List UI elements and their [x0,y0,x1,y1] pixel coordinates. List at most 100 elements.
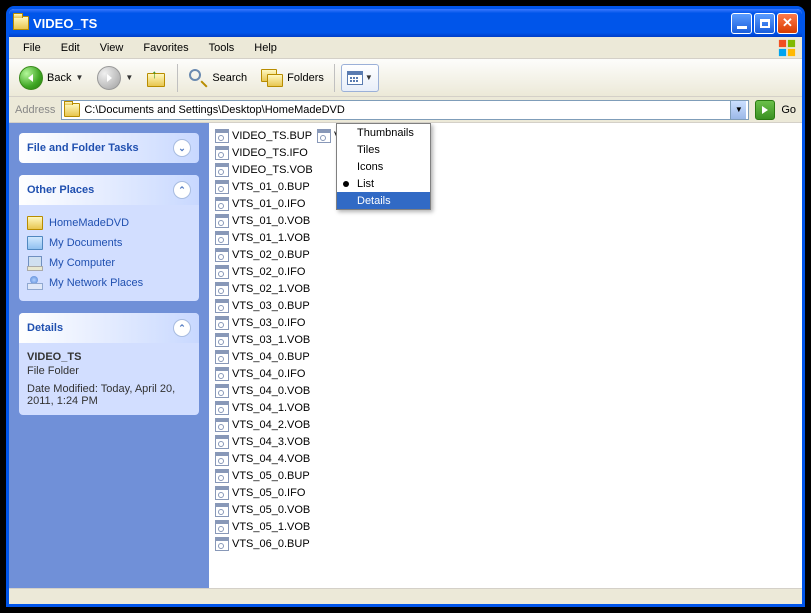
file-item[interactable]: VTS_04_0.VOB [213,382,315,399]
file-icon [215,214,229,228]
file-icon [215,265,229,279]
details-panel: Details ⌃ VIDEO_TS File Folder Date Modi… [19,313,199,415]
file-icon [317,129,331,143]
panel-title: File and Folder Tasks [27,142,139,154]
file-icon [215,435,229,449]
view-option-icons[interactable]: Icons [337,158,430,175]
file-item[interactable]: VTS_04_1.VOB [213,399,315,416]
file-name: VTS_04_0.BUP [232,351,310,363]
address-field[interactable]: C:\Documents and Settings\Desktop\HomeMa… [61,100,749,120]
file-name: VTS_01_1.VOB [232,232,310,244]
file-name: VTS_03_0.IFO [232,317,305,329]
file-name: VTS_05_1.VOB [232,521,310,533]
collapse-icon[interactable]: ⌃ [173,319,191,337]
back-button[interactable]: Back ▼ [15,64,87,92]
file-name: VTS_04_3.VOB [232,436,310,448]
file-item[interactable]: VIDEO_TS.VOB [213,161,315,178]
folders-button[interactable]: Folders [257,67,328,89]
file-item[interactable]: VTS_03_0.IFO [213,314,315,331]
expand-icon[interactable]: ⌄ [173,139,191,157]
file-item[interactable]: VTS_05_0.BUP [213,467,315,484]
file-item[interactable]: VTS_04_4.VOB [213,450,315,467]
file-item[interactable]: VTS_04_2.VOB [213,416,315,433]
details-modified: Date Modified: Today, April 20, 2011, 1:… [27,383,191,407]
search-button[interactable]: Search [184,66,251,90]
close-button[interactable]: ✕ [777,13,798,34]
maximize-button[interactable] [754,13,775,34]
file-name: VTS_02_1.VOB [232,283,310,295]
panel-header[interactable]: Other Places ⌃ [19,175,199,205]
file-name: VTS_03_1.VOB [232,334,310,346]
folder-icon [64,103,80,117]
file-item[interactable]: VIDEO_TS.BUP [213,127,315,144]
window-title: VIDEO_TS [33,16,731,31]
file-item[interactable]: VTS_04_0.IFO [213,365,315,382]
forward-button[interactable]: ▼ [93,64,137,92]
view-option-tiles[interactable]: Tiles [337,141,430,158]
file-icon [215,333,229,347]
file-icon [215,520,229,534]
file-item[interactable]: VTS_05_0.IFO [213,484,315,501]
link-homemade-dvd[interactable]: HomeMadeDVD [27,213,191,233]
file-name: VTS_06_0.BUP [232,538,310,550]
collapse-icon[interactable]: ⌃ [173,181,191,199]
file-item[interactable]: VIDEO_TS.IFO [213,144,315,161]
link-label: HomeMadeDVD [49,217,129,229]
file-icon [215,163,229,177]
file-name: VIDEO_TS.VOB [232,164,313,176]
minimize-button[interactable] [731,13,752,34]
bullet-icon [343,181,349,187]
file-item[interactable]: VTS_02_0.BUP [213,246,315,263]
file-list[interactable]: VIDEO_TS.BUPVIDEO_TS.IFO VIDEO_TS.VOB VTS_… [209,123,802,588]
windows-logo-icon [778,39,796,57]
views-icon [347,71,363,85]
link-my-computer[interactable]: My Computer [27,253,191,273]
menu-file[interactable]: File [15,40,49,56]
menu-label: Thumbnails [357,127,414,139]
file-item[interactable]: VTS_01_0.BUP [213,178,315,195]
file-item[interactable]: VTS_06_0.BUP [213,535,315,552]
network-icon [27,276,43,290]
view-option-list[interactable]: List [337,175,430,192]
status-bar [9,588,802,604]
file-item[interactable]: VTS_01_0.IFO [213,195,315,212]
menu-label: Icons [357,161,383,173]
file-item[interactable]: VTS_03_1.VOB [213,331,315,348]
file-icon [215,316,229,330]
file-name: VTS_04_0.IFO [232,368,305,380]
file-item[interactable]: VTS_02_1.VOB [213,280,315,297]
folder-icon [27,216,43,230]
address-bar: Address C:\Documents and Settings\Deskto… [9,97,802,123]
menu-label: Tiles [357,144,380,156]
file-item[interactable]: VTS_04_3.VOB [213,433,315,450]
file-item[interactable]: VTS_02_0.IFO [213,263,315,280]
file-item[interactable]: VTS_01_1.VOB [213,229,315,246]
file-icon [215,401,229,415]
menu-help[interactable]: Help [246,40,285,56]
link-my-network[interactable]: My Network Places [27,273,191,293]
panel-header[interactable]: File and Folder Tasks ⌄ [19,133,199,163]
link-label: My Documents [49,237,122,249]
menu-favorites[interactable]: Favorites [135,40,196,56]
file-name: VTS_05_0.IFO [232,487,305,499]
address-dropdown[interactable]: ▼ [730,101,746,119]
views-button[interactable]: ▼ [341,64,379,92]
go-button[interactable] [755,100,775,120]
address-label: Address [15,104,55,116]
file-name: VTS_01_0.IFO [232,198,305,210]
file-item[interactable]: VTS_01_0.VOB [213,212,315,229]
file-item[interactable]: VTS_05_0.VOB [213,501,315,518]
file-item[interactable]: VTS_04_0.BUP [213,348,315,365]
up-button[interactable]: ↑ [143,67,171,89]
file-item[interactable]: VTS_03_0.BUP [213,297,315,314]
file-item[interactable]: VTS_05_1.VOB [213,518,315,535]
panel-header[interactable]: Details ⌃ [19,313,199,343]
menu-view[interactable]: View [92,40,132,56]
menu-tools[interactable]: Tools [201,40,243,56]
link-my-documents[interactable]: My Documents [27,233,191,253]
view-option-details[interactable]: Details [337,192,430,209]
titlebar[interactable]: VIDEO_TS ✕ [9,9,802,37]
file-icon [215,384,229,398]
view-option-thumbnails[interactable]: Thumbnails [337,124,430,141]
menu-edit[interactable]: Edit [53,40,88,56]
